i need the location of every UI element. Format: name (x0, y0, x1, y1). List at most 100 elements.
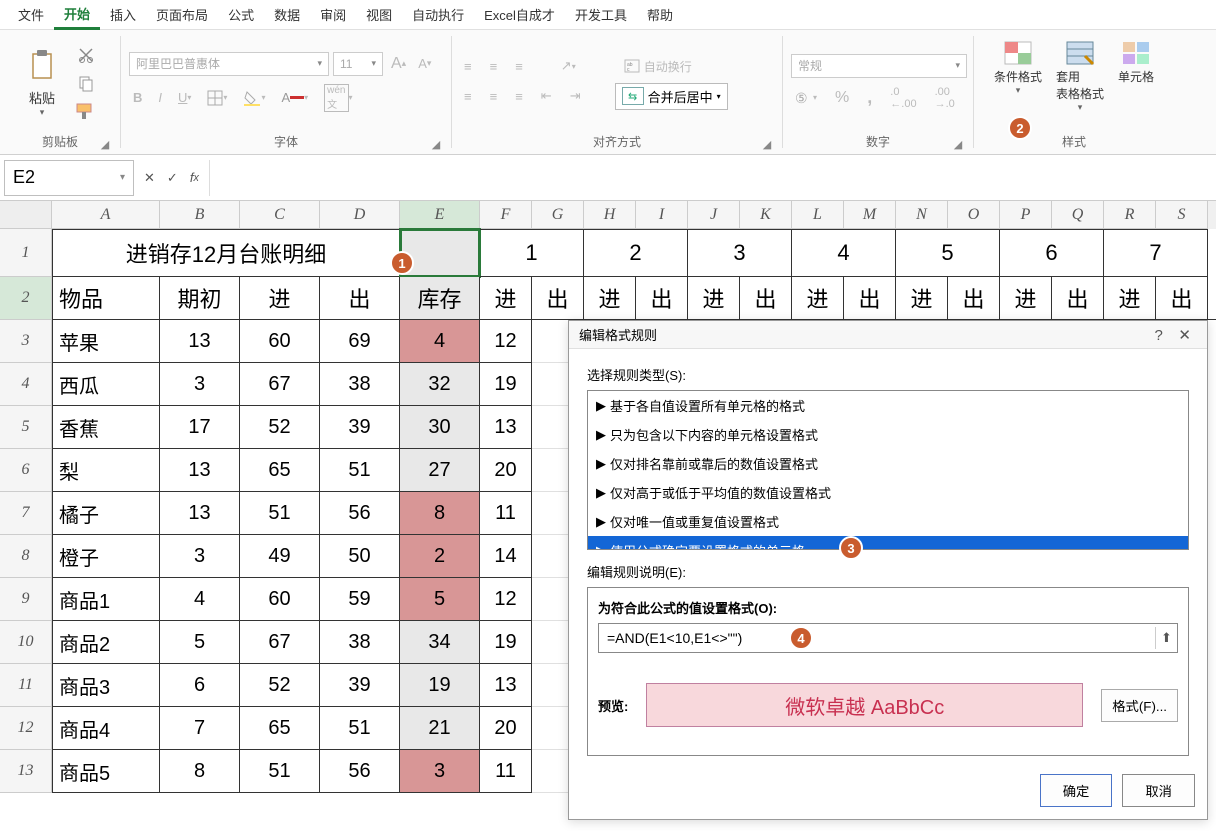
formula-input[interactable] (209, 160, 1216, 196)
kucun-cell[interactable]: 21 (400, 707, 480, 750)
f-cell[interactable]: 20 (480, 449, 532, 492)
item-cell[interactable]: 商品3 (52, 664, 160, 707)
f-cell[interactable]: 13 (480, 664, 532, 707)
col-head-N[interactable]: N (896, 201, 948, 229)
daynum-7[interactable]: 7 (1104, 229, 1208, 277)
chu-cell[interactable]: 39 (320, 406, 400, 449)
chu-cell[interactable]: 69 (320, 320, 400, 363)
col-head-F[interactable]: F (480, 201, 532, 229)
font-size-select[interactable]: 11▾ (333, 52, 383, 76)
jin-cell[interactable]: 65 (240, 707, 320, 750)
col-head-Q[interactable]: Q (1052, 201, 1104, 229)
header-0[interactable]: 物品 (52, 277, 160, 320)
f-cell[interactable]: 11 (480, 492, 532, 535)
f-cell[interactable]: 13 (480, 406, 532, 449)
jin-cell[interactable]: 60 (240, 578, 320, 621)
comma-icon[interactable]: , (863, 85, 876, 110)
item-cell[interactable]: 商品5 (52, 750, 160, 793)
jin-cell[interactable]: 65 (240, 449, 320, 492)
indent-increase-icon[interactable]: ⇥ (566, 86, 585, 106)
col-head-J[interactable]: J (688, 201, 740, 229)
qichu-cell[interactable]: 3 (160, 363, 240, 406)
col-head-G[interactable]: G (532, 201, 584, 229)
kucun-cell[interactable]: 3 (400, 750, 480, 793)
copy-icon[interactable] (71, 72, 101, 94)
col-head-E[interactable]: E (400, 201, 480, 229)
dialog-help-icon[interactable]: ? (1148, 327, 1168, 344)
item-cell[interactable]: 梨 (52, 449, 160, 492)
jin-cell[interactable]: 51 (240, 750, 320, 793)
col-head-M[interactable]: M (844, 201, 896, 229)
row-head-2[interactable]: 2 (0, 277, 52, 320)
header-4[interactable]: 库存 (400, 277, 480, 320)
item-cell[interactable]: 商品1 (52, 578, 160, 621)
row-head-7[interactable]: 7 (0, 492, 52, 535)
header-14[interactable]: 出 (948, 277, 1000, 320)
italic-icon[interactable]: I (154, 88, 166, 107)
chu-cell[interactable]: 38 (320, 621, 400, 664)
rule-type-option[interactable]: ▶ 仅对排名靠前或靠后的数值设置格式 (588, 449, 1188, 478)
table-format-button[interactable]: 套用 表格格式▾ (1050, 34, 1110, 131)
chu-cell[interactable]: 56 (320, 492, 400, 535)
qichu-cell[interactable]: 13 (160, 320, 240, 363)
align-bottom-icon[interactable]: ≡ (511, 57, 527, 76)
format-painter-icon[interactable] (71, 100, 101, 122)
chu-cell[interactable]: 38 (320, 363, 400, 406)
cell-style-button[interactable]: 单元格 (1112, 34, 1160, 131)
menu-视图[interactable]: 视图 (356, 1, 402, 28)
jin-cell[interactable]: 51 (240, 492, 320, 535)
menu-开始[interactable]: 开始 (54, 0, 100, 30)
header-13[interactable]: 进 (896, 277, 948, 320)
dialog-launcher-icon[interactable]: ◢ (429, 138, 443, 152)
orientation-icon[interactable]: ↗ ▾ (557, 56, 580, 76)
chu-cell[interactable]: 51 (320, 707, 400, 750)
format-button[interactable]: 格式(F)... (1101, 689, 1178, 722)
item-cell[interactable]: 香蕉 (52, 406, 160, 449)
qichu-cell[interactable]: 4 (160, 578, 240, 621)
percent-icon[interactable]: % (831, 87, 853, 109)
jin-cell[interactable]: 60 (240, 320, 320, 363)
menu-自动执行[interactable]: 自动执行 (402, 1, 474, 28)
kucun-cell[interactable]: 34 (400, 621, 480, 664)
col-head-K[interactable]: K (740, 201, 792, 229)
jin-cell[interactable]: 67 (240, 621, 320, 664)
font-color-icon[interactable]: A▾ (277, 88, 312, 107)
fill-color-icon[interactable]: ▾ (239, 88, 269, 108)
align-left-icon[interactable]: ≡ (460, 87, 476, 106)
header-1[interactable]: 期初 (160, 277, 240, 320)
align-top-icon[interactable]: ≡ (460, 57, 476, 76)
daynum-1[interactable]: 1 (480, 229, 584, 277)
qichu-cell[interactable]: 13 (160, 492, 240, 535)
col-head-A[interactable]: A (52, 201, 160, 229)
col-head-L[interactable]: L (792, 201, 844, 229)
row-head-6[interactable]: 6 (0, 449, 52, 492)
rule-type-option[interactable]: ▶ 仅对唯一值或重复值设置格式 (588, 507, 1188, 536)
header-15[interactable]: 进 (1000, 277, 1052, 320)
header-17[interactable]: 进 (1104, 277, 1156, 320)
chu-cell[interactable]: 59 (320, 578, 400, 621)
kucun-cell[interactable]: 30 (400, 406, 480, 449)
row-head-8[interactable]: 8 (0, 535, 52, 578)
jin-cell[interactable]: 49 (240, 535, 320, 578)
row-head-11[interactable]: 11 (0, 664, 52, 707)
kucun-cell[interactable]: 32 (400, 363, 480, 406)
dialog-close-icon[interactable]: ✕ (1172, 327, 1197, 344)
increase-decimal-icon[interactable]: .0←.00 (886, 84, 920, 112)
menu-帮助[interactable]: 帮助 (637, 1, 683, 28)
rule-type-option[interactable]: ▶ 使用公式确定要设置格式的单元格 (588, 536, 1188, 550)
col-head-I[interactable]: I (636, 201, 688, 229)
qichu-cell[interactable]: 13 (160, 449, 240, 492)
qichu-cell[interactable]: 7 (160, 707, 240, 750)
daynum-6[interactable]: 6 (1000, 229, 1104, 277)
col-head-S[interactable]: S (1156, 201, 1208, 229)
kucun-cell[interactable]: 2 (400, 535, 480, 578)
merge-center-button[interactable]: ⇆合并后居中 ▾ (615, 83, 728, 110)
ok-button[interactable]: 确定 (1040, 774, 1113, 807)
daynum-2[interactable]: 2 (584, 229, 688, 277)
chu-cell[interactable]: 56 (320, 750, 400, 793)
menu-文件[interactable]: 文件 (8, 1, 54, 28)
fx-cancel-icon[interactable]: ✕ (140, 168, 159, 188)
daynum-4[interactable]: 4 (792, 229, 896, 277)
formula-input-field[interactable]: =AND(E1<10,E1<>"") (599, 630, 1155, 646)
header-11[interactable]: 进 (792, 277, 844, 320)
